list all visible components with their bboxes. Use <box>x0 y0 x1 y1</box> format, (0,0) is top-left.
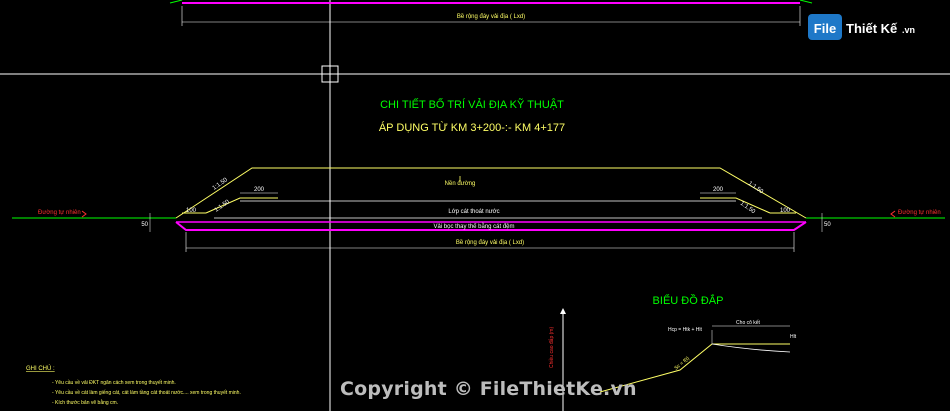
dim-100-left: 100 <box>186 208 197 214</box>
drawing-title: CHI TIẾT BỐ TRÍ VẢI ĐỊA KỸ THUẬT <box>380 97 564 111</box>
note-item: - Yêu cầu về cát làm giếng cát, cát làm … <box>52 390 241 396</box>
width-label-top: Bề rộng đáy vải địa ( Lxd) <box>457 14 525 20</box>
fill-chart-fill-label: Cho cô kết <box>736 320 761 326</box>
copyright-watermark: Copyright © FileThietKe.vn <box>340 378 637 400</box>
fill-chart-hlt-label: Hlt <box>790 334 797 340</box>
fill-chart-settlement-curve <box>711 343 791 353</box>
filethietke-logo: File Thiết Kế .vn <box>808 14 915 40</box>
logo-text-vn: .vn <box>902 25 915 35</box>
logo-text-thietke: Thiết Kế <box>846 21 898 36</box>
natural-ground-left-label: Đường tự nhiên <box>38 210 81 216</box>
dim-50-right: 50 <box>824 222 831 228</box>
cad-drawing-canvas[interactable]: Bề rộng đáy vải địa ( Lxd) CHI TIẾT BỐ T… <box>0 0 950 411</box>
natural-ground-right-label: Đường tự nhiên <box>898 210 941 216</box>
note-item: - Yêu cầu về vải ĐKT ngăn cách xem trong… <box>52 380 176 386</box>
dim-100-right: 100 <box>780 208 791 214</box>
notes-heading: GHI CHÚ : <box>26 365 55 372</box>
dim-200-left: 200 <box>254 187 265 193</box>
fill-chart-title: BIỂU ĐỒ ĐẮP <box>653 294 724 307</box>
drawing-subtitle: ÁP DỤNG TỪ KM 3+200-:- KM 4+177 <box>379 121 565 134</box>
geotextile-label: Vải bọc thay thế bằng cát đệm <box>433 223 514 230</box>
berm-right <box>700 197 771 214</box>
fill-chart-h-label: Hcp = Htk + Hlt <box>668 327 703 333</box>
slope-left-bottom: 1:1.50 <box>214 199 232 214</box>
drain-layer-label: Lớp cát thoát nước <box>448 209 499 215</box>
slope-right-top: 1:1.50 <box>747 181 765 196</box>
dim-50-left: 50 <box>141 222 148 228</box>
cad-drawing: Bề rộng đáy vải địa ( Lxd) CHI TIẾT BỐ T… <box>0 0 950 411</box>
logo-text-file: File <box>814 21 836 36</box>
dim-200-right: 200 <box>713 187 724 193</box>
note-item: - Kích thước bản vẽ bằng cm. <box>52 399 118 406</box>
width-label-bottom: Bề rộng đáy vải địa ( Lxd) <box>456 240 524 246</box>
fill-chart-y-label: Chiều cao đắp (m) <box>548 327 555 368</box>
